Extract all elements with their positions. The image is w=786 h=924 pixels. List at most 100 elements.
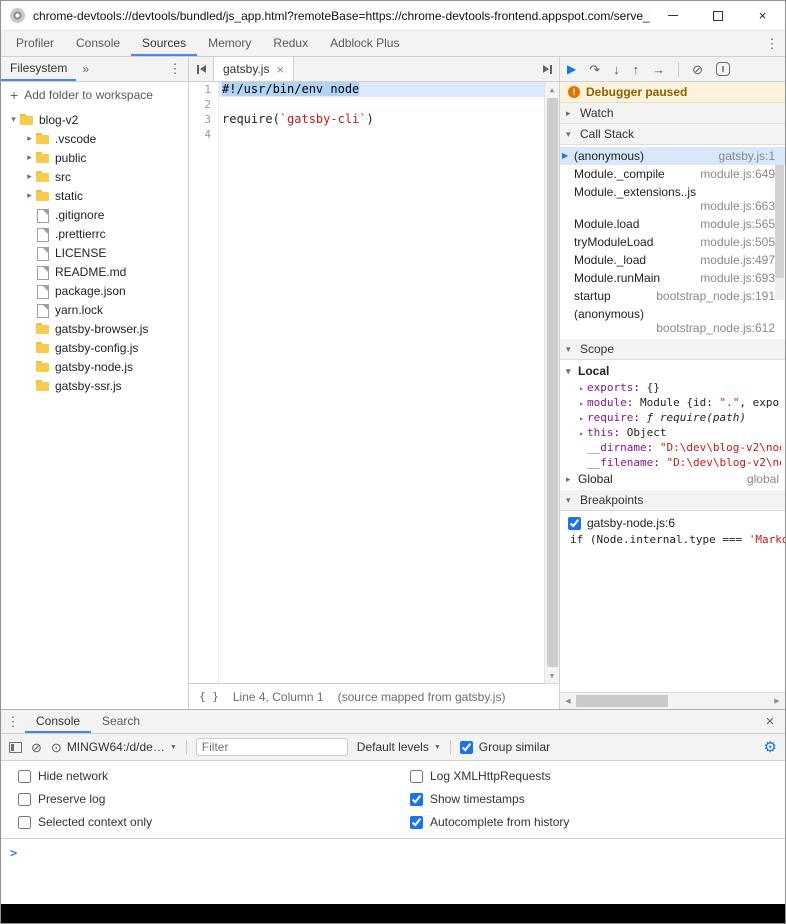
code-editor[interactable]: 1 #!/usr/bin/env node 2 3 require(`gatsb… [189, 82, 559, 683]
editor-tab-gatsby-js[interactable]: gatsby.js × [213, 57, 294, 81]
property-expand-arrow-icon[interactable]: ▸ [576, 399, 587, 408]
clear-console-icon[interactable]: ⊘ [31, 741, 42, 754]
console-setting[interactable]: Show timestamps [410, 792, 785, 806]
tree-item[interactable]: ▾ blog-v2 [1, 110, 188, 129]
code-line[interactable]: 1 #!/usr/bin/env node [189, 82, 559, 97]
close-drawer-icon[interactable]: × [755, 710, 785, 733]
scope-property[interactable]: ▸ module : Module {id: ".", exports: [560, 395, 785, 410]
drawer-kebab-icon[interactable]: ⋮ [1, 710, 25, 733]
call-stack-section-header[interactable]: ▾ Call Stack [560, 124, 785, 145]
line-number[interactable]: 4 [189, 127, 218, 142]
group-similar-toggle[interactable]: Group similar [460, 740, 550, 754]
step-out-button[interactable]: ↑ [633, 63, 640, 76]
tree-item[interactable]: gatsby-ssr.js [1, 376, 188, 395]
tree-expand-arrow-icon[interactable]: ▾ [7, 114, 20, 125]
breakpoint-checkbox[interactable] [568, 517, 581, 530]
call-stack-frame[interactable]: ▶ Module._compile module.js:649 [560, 165, 785, 183]
setting-checkbox[interactable] [18, 816, 31, 829]
context-selector[interactable]: ⊙ MINGW64:/d/de… ▼ [51, 740, 177, 754]
setting-checkbox[interactable] [410, 816, 423, 829]
scroll-down-icon[interactable]: ▼ [550, 668, 554, 683]
hide-navigator-icon[interactable] [189, 57, 213, 81]
tree-expand-arrow-icon[interactable]: ▸ [23, 133, 36, 144]
console-setting[interactable]: Selected context only [18, 815, 393, 829]
close-button[interactable]: × [740, 1, 785, 30]
call-stack-frame[interactable]: ▶ tryModuleLoad module.js:505 [560, 233, 785, 251]
setting-checkbox[interactable] [18, 793, 31, 806]
step-over-button[interactable]: ↷ [589, 63, 600, 76]
console-prompt[interactable]: > [1, 839, 785, 862]
add-folder-button[interactable]: + Add folder to workspace [1, 82, 188, 108]
tree-item[interactable]: ▸ src [1, 167, 188, 186]
tab-sources[interactable]: Sources [131, 31, 197, 56]
scroll-right-icon[interactable]: ▶ [769, 693, 785, 709]
setting-checkbox[interactable] [410, 770, 423, 783]
call-stack-frame[interactable]: ▶ startup bootstrap_node.js:191 [560, 287, 785, 305]
code-line[interactable]: 2 [189, 97, 559, 112]
tree-item[interactable]: ▸ static [1, 186, 188, 205]
call-stack-frame[interactable]: ▶ Module.runMain module.js:693 [560, 269, 785, 287]
tab-memory[interactable]: Memory [197, 31, 262, 56]
group-similar-checkbox[interactable] [460, 741, 473, 754]
line-number[interactable]: 3 [189, 112, 218, 127]
tree-item[interactable]: gatsby-node.js [1, 357, 188, 376]
minimize-button[interactable] [650, 1, 695, 30]
tree-expand-arrow-icon[interactable]: ▸ [23, 171, 36, 182]
scope-property[interactable]: ▸ this : Object [560, 425, 785, 440]
tree-item[interactable]: .prettierrc [1, 224, 188, 243]
editor-vertical-scrollbar[interactable]: ▲ ▼ [544, 82, 559, 683]
step-into-button[interactable]: ↓ [613, 63, 620, 76]
pause-on-exceptions-button[interactable]: ‖ [716, 62, 730, 76]
code-line[interactable]: 3 require(`gatsby-cli`) [189, 112, 559, 127]
tree-item[interactable]: gatsby-browser.js [1, 319, 188, 338]
breakpoints-section-header[interactable]: ▾ Breakpoints [560, 490, 785, 511]
deactivate-breakpoints-button[interactable]: ⊘ [692, 63, 703, 76]
scope-property[interactable]: __filename : "D:\dev\blog-v2\node_m [560, 455, 785, 470]
resume-button[interactable]: ▶ [567, 63, 576, 75]
tree-item[interactable]: ▸ .vscode [1, 129, 188, 148]
console-messages-area[interactable] [1, 862, 785, 904]
more-tabs-icon[interactable]: » [76, 57, 95, 81]
scope-property[interactable]: __dirname : "D:\dev\blog-v2\node_mo [560, 440, 785, 455]
watch-section-header[interactable]: ▸ Watch [560, 103, 785, 124]
console-setting[interactable]: Autocomplete from history [410, 815, 785, 829]
main-menu-kebab-icon[interactable]: ⋮ [759, 31, 785, 56]
navigator-kebab-icon[interactable]: ⋮ [162, 57, 188, 81]
line-number[interactable]: 2 [189, 97, 218, 112]
call-stack-frame[interactable]: ▶ Module._load module.js:497 [560, 251, 785, 269]
close-tab-icon[interactable]: × [276, 62, 284, 77]
breakpoint-entry[interactable]: gatsby-node.js:6 if (Node.internal.type … [560, 514, 785, 547]
scope-global-group[interactable]: ▸ Global global [560, 470, 785, 488]
setting-checkbox[interactable] [18, 770, 31, 783]
tab-redux[interactable]: Redux [262, 31, 319, 56]
tab-console-drawer[interactable]: Console [25, 710, 91, 733]
call-stack-frame[interactable]: ▶ (anonymous) gatsby.js:1 [560, 147, 785, 165]
tree-item[interactable]: README.md [1, 262, 188, 281]
console-setting[interactable]: Hide network [18, 769, 393, 783]
console-settings-gear-icon[interactable]: ⚙ [764, 738, 777, 756]
scrollbar-thumb[interactable] [547, 98, 558, 667]
tab-filesystem[interactable]: Filesystem [1, 57, 76, 81]
filter-input[interactable] [196, 738, 348, 756]
call-stack-frame[interactable]: ▶ Module._extensions..js module.js:663 [560, 183, 785, 215]
tree-item[interactable]: gatsby-config.js [1, 338, 188, 357]
setting-checkbox[interactable] [410, 793, 423, 806]
console-sidebar-icon[interactable] [9, 742, 22, 753]
scroll-left-icon[interactable]: ◀ [560, 693, 576, 709]
tab-console[interactable]: Console [65, 31, 131, 56]
tree-item[interactable]: .gitignore [1, 205, 188, 224]
tab-profiler[interactable]: Profiler [5, 31, 65, 56]
scope-property[interactable]: ▸ require : ƒ require(path) [560, 410, 785, 425]
call-stack-frame[interactable]: ▶ (anonymous) bootstrap_node.js:612 [560, 305, 785, 337]
property-expand-arrow-icon[interactable]: ▸ [576, 384, 587, 393]
tab-adblock-plus[interactable]: Adblock Plus [319, 31, 410, 56]
tree-item[interactable]: LICENSE [1, 243, 188, 262]
tab-search-drawer[interactable]: Search [91, 710, 151, 733]
scrollbar-track[interactable] [576, 693, 769, 709]
scope-property[interactable]: ▸ exports : {} [560, 380, 785, 395]
code-line[interactable]: 4 [189, 127, 559, 142]
tree-item[interactable]: package.json [1, 281, 188, 300]
scope-local-group[interactable]: ▾ Local [560, 362, 785, 380]
panel-toggle-icon[interactable] [535, 57, 559, 81]
tree-expand-arrow-icon[interactable]: ▸ [23, 190, 36, 201]
